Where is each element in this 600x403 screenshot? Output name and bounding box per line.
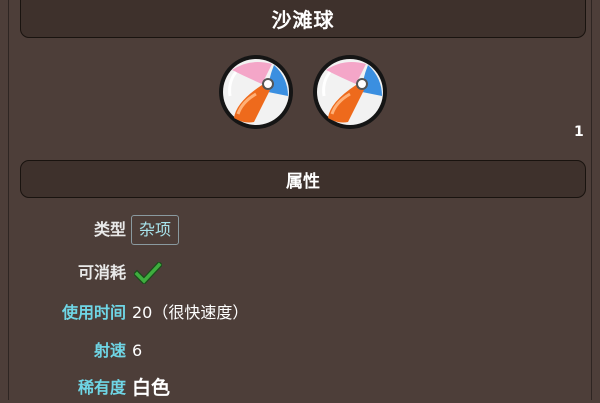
- consumable-label: 可消耗: [77, 263, 126, 282]
- stack-count: 1: [574, 124, 584, 140]
- type-tag[interactable]: 杂项: [131, 215, 180, 245]
- use-time-label: 使用时间: [61, 303, 126, 322]
- property-row-velocity: 射速 6: [0, 336, 600, 366]
- type-label: 类型: [93, 220, 126, 239]
- property-row-use-time: 使用时间 20（很快速度）: [0, 298, 600, 328]
- attributes-section-bar: 属性: [20, 160, 586, 198]
- property-row-rarity: 稀有度 白色: [0, 373, 600, 403]
- rarity-value: 白色: [132, 377, 171, 399]
- item-image-group: [216, 52, 390, 132]
- velocity-value: 6: [132, 341, 143, 360]
- item-title-bar: 沙滩球: [20, 0, 586, 38]
- use-time-value: 20（很快速度）: [132, 303, 249, 322]
- section-title: 属性: [286, 171, 320, 192]
- property-row-type: 类型 杂项: [0, 215, 600, 245]
- property-row-consumable: 可消耗: [0, 258, 600, 288]
- item-title: 沙滩球: [271, 7, 335, 32]
- rarity-label: 稀有度: [77, 378, 126, 397]
- beach-ball-icon: [219, 55, 293, 129]
- checkmark-icon: [134, 262, 162, 284]
- velocity-label: 射速: [93, 341, 126, 360]
- beach-ball-icon: [313, 55, 387, 129]
